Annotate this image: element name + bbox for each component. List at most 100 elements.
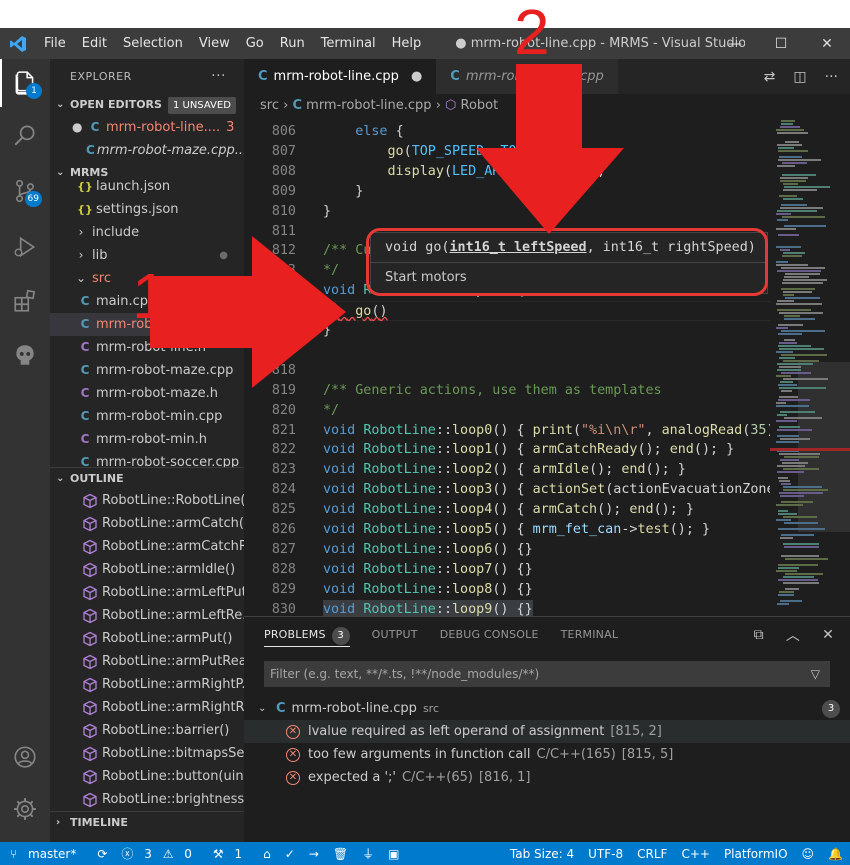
file-tree-item[interactable]: Cmrm-robot-maze.cpp [50, 359, 244, 382]
extensions-icon[interactable] [0, 277, 50, 325]
code-line[interactable]: 827 void RobotLine::loop6() {} [244, 540, 770, 560]
notifications-bell-icon[interactable]: 🔔 [821, 847, 850, 861]
split-editor-icon[interactable]: ◫ [793, 69, 806, 85]
problem-row[interactable]: ✕ too few arguments in function call C/C… [244, 743, 850, 766]
minimap[interactable] [770, 94, 850, 616]
code-line[interactable]: 824 void RobotLine::loop3() { actionSet(a… [244, 480, 770, 500]
code-line[interactable]: 830 void RobotLine::loop9() {} [244, 599, 770, 616]
tab-output[interactable]: OUTPUT [372, 617, 418, 652]
menu-item[interactable]: Selection [115, 28, 191, 59]
line-ending[interactable]: CRLF [630, 847, 674, 861]
tab-size[interactable]: Tab Size: 4 [503, 847, 581, 861]
breadcrumb-folder[interactable]: src [260, 98, 279, 113]
breadcrumb-symbol[interactable]: Robot [461, 98, 499, 113]
language-mode[interactable]: C++ [674, 847, 717, 861]
file-tree-item[interactable]: Cmrm-robot-soccer.cpp [50, 451, 244, 467]
settings-gear-icon[interactable] [0, 785, 50, 833]
run-debug-icon[interactable] [0, 223, 50, 271]
timeline-header[interactable]: › TIMELINE [50, 811, 244, 833]
code-line[interactable]: 807 go(TOP_SPEED, TOP_SPEED); [244, 142, 770, 162]
dirty-dot-icon[interactable]: ● [72, 116, 86, 139]
open-editor-item[interactable]: ● C mrm-robot-line.... 3 [50, 116, 244, 139]
outline-item[interactable]: RobotLine::armRightP... [50, 673, 244, 696]
outline-header[interactable]: ⌄ OUTLINE [50, 467, 244, 489]
outline-item[interactable]: RobotLine::armLeftRe... [50, 604, 244, 627]
trash-icon[interactable]: 🗑 [326, 847, 355, 861]
close-panel-icon[interactable]: ✕ [822, 627, 834, 643]
problem-row[interactable]: ✕ expected a ';' C/C++(65) [816, 1] [244, 766, 850, 789]
menu-item[interactable]: Run [272, 28, 313, 59]
code-line[interactable]: 823 void RobotLine::loop2() { armIdle(); … [244, 460, 770, 480]
outline-item[interactable]: RobotLine::armPutRea... [50, 650, 244, 673]
menu-item[interactable]: Go [238, 28, 272, 59]
code-line[interactable]: 808 display(LED_ARROW_FORWARD); [244, 162, 770, 182]
code-line[interactable]: 826 void RobotLine::loop5() { mrm_fet_can… [244, 520, 770, 540]
code-line[interactable]: 820 */ [244, 401, 770, 421]
platform[interactable]: PlatformIO [717, 847, 795, 861]
code-line[interactable]: 829 void RobotLine::loop8() {} [244, 580, 770, 600]
tab-mrm-robot-line[interactable]: C mrm-robot-line.cpp ● [244, 59, 437, 94]
open-editors-header[interactable]: ⌄ OPEN EDITORS 1 UNSAVED [50, 94, 244, 116]
outline-item[interactable]: RobotLine::bitmapsSet() [50, 742, 244, 765]
menu-item[interactable]: View [191, 28, 238, 59]
file-tree-item[interactable]: {} settings.json [50, 198, 244, 221]
outline-item[interactable]: RobotLine::RobotLine(... [50, 489, 244, 512]
encoding[interactable]: UTF-8 [581, 847, 630, 861]
code-line[interactable]: 825 void RobotLine::loop4() { armCatch();… [244, 500, 770, 520]
ports-status[interactable]: ⚒ 1 [206, 847, 256, 861]
outline-item[interactable]: RobotLine::armIdle() [50, 558, 244, 581]
git-branch[interactable]: ⑂ master* [0, 847, 90, 861]
source-control-icon[interactable]: 69 [0, 167, 50, 215]
file-tree-item[interactable]: Cmrm-robot-min.cpp [50, 405, 244, 428]
menu-item[interactable]: Terminal [313, 28, 384, 59]
maximize-panel-icon[interactable]: ︿ [786, 625, 800, 645]
file-tree-item[interactable]: Cmrm-robot-maze.h [50, 382, 244, 405]
tab-dirty-icon[interactable]: ● [411, 69, 422, 84]
tab-debug-console[interactable]: DEBUG CONSOLE [440, 617, 539, 652]
platformio-icon[interactable] [0, 331, 50, 379]
code-line[interactable]: 806 else { [244, 122, 770, 142]
outline-item[interactable]: RobotLine::barrier() [50, 719, 244, 742]
upload-arrow-icon[interactable]: → [302, 847, 326, 861]
more-actions-icon[interactable]: ··· [825, 69, 838, 85]
problems-filter-input[interactable]: Filter (e.g. text, **/*.ts, !**/node_mod… [264, 661, 830, 687]
lightbulb-icon[interactable] [325, 301, 339, 319]
feedback-icon[interactable]: ☺ [795, 847, 822, 861]
search-icon[interactable] [0, 111, 50, 159]
minimize-icon[interactable]: — [712, 28, 758, 59]
sync-icon[interactable]: ⟳ [90, 847, 114, 861]
collapse-all-icon[interactable]: ⧉ [754, 627, 764, 643]
code-line[interactable]: 818 [244, 361, 770, 381]
problems-status[interactable]: ⓧ 3 ⚠ 0 [114, 845, 206, 862]
outline-item[interactable]: RobotLine::armCatchR... [50, 535, 244, 558]
menu-item[interactable]: Edit [74, 28, 115, 59]
code-line[interactable]: 819 /** Generic actions, use them as temp… [244, 381, 770, 401]
tab-problems[interactable]: PROBLEMS 3 [264, 617, 350, 652]
outline-item[interactable]: RobotLine::armLeftPut() [50, 581, 244, 604]
code-line[interactable]: 828 void RobotLine::loop7() {} [244, 560, 770, 580]
code-line[interactable]: 816} [244, 321, 770, 341]
code-line[interactable]: 822 void RobotLine::loop1() { armCatchRea… [244, 440, 770, 460]
outline-item[interactable]: RobotLine::armPut() [50, 627, 244, 650]
code-line[interactable]: 809 } [244, 182, 770, 202]
outline-item[interactable]: RobotLine::armCatch() [50, 512, 244, 535]
file-tree-item[interactable]: › include [50, 221, 244, 244]
file-tree-item[interactable]: Cmrm-robot-min.h [50, 428, 244, 451]
code-editor[interactable]: 806 else {807 go(TOP_SPEED, TOP_SPEED); 8… [244, 118, 770, 616]
explorer-icon[interactable]: 1 [0, 59, 50, 107]
menu-item[interactable]: File [36, 28, 74, 59]
maximize-icon[interactable]: ☐ [758, 28, 804, 59]
code-line[interactable]: 810} [244, 202, 770, 222]
tab-terminal[interactable]: TERMINAL [561, 617, 619, 652]
file-tree-item[interactable]: {} launch.json [50, 175, 244, 198]
file-tree-item[interactable]: Cmrm-robot-line.h [50, 336, 244, 359]
problem-file-row[interactable]: ⌄ C mrm-robot-line.cpp src 3 [244, 697, 850, 720]
code-line[interactable]: 821 void RobotLine::loop0() { print("%i\n… [244, 421, 770, 441]
code-line[interactable]: 817 [244, 341, 770, 361]
plug-icon[interactable]: ⏚ [355, 845, 381, 862]
outline-item[interactable]: RobotLine::armRightR... [50, 696, 244, 719]
open-changes-icon[interactable]: ⇄ [764, 69, 776, 85]
terminal-icon[interactable]: ▣ [381, 847, 406, 861]
more-actions-icon[interactable]: ··· [211, 59, 226, 94]
build-check-icon[interactable]: ✓ [278, 847, 302, 861]
